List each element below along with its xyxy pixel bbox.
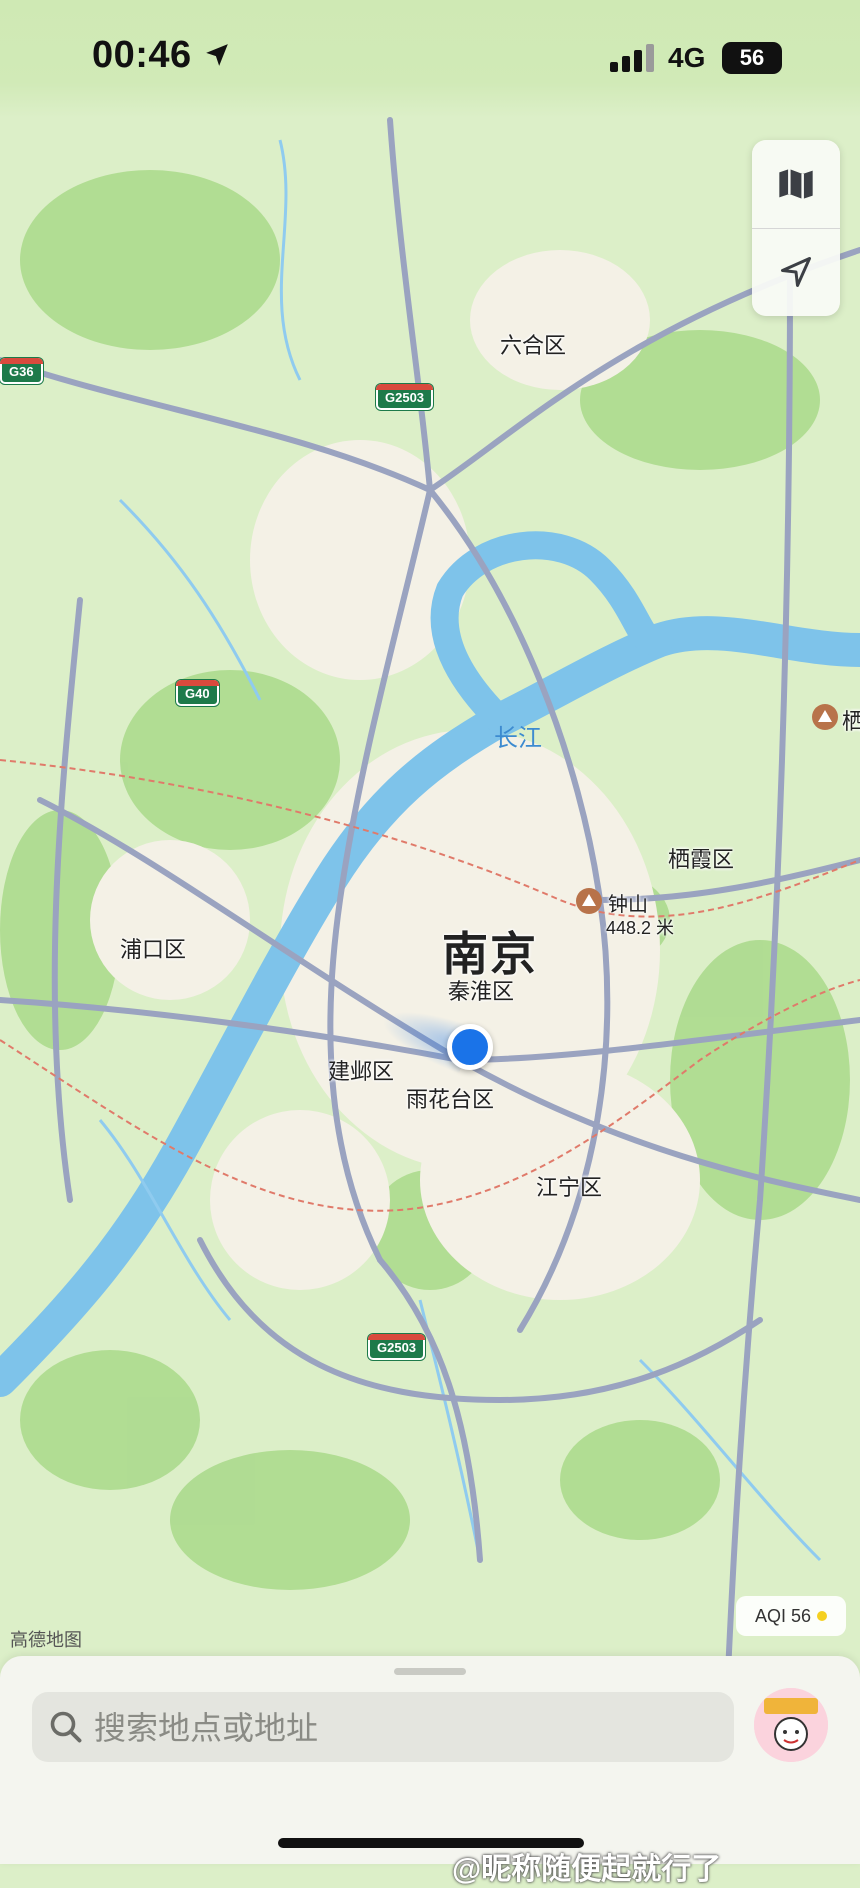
district-label-qinhuai: 秦淮区 [448,979,515,1004]
highway-shield-g2503-north: G2503 [376,384,434,410]
search-icon [50,1711,82,1743]
peak-elevation: 448.2 米 [606,918,675,938]
peak-edge-label: 栖 [842,709,860,734]
map-mode-button[interactable] [752,140,840,228]
cellular-signal-icon [610,44,654,72]
watermark: @昵称随便起就行了 [452,1853,722,1886]
network-type: 4G [668,42,706,73]
map-controls [752,140,840,316]
district-label-liuhe: 六合区 [500,333,567,358]
district-label-yuhuatai: 雨花台区 [406,1087,495,1112]
locate-me-button[interactable] [752,228,840,316]
battery-icon: 56 [722,42,782,74]
sheet-grabber[interactable] [394,1668,466,1675]
current-location-dot[interactable] [447,1024,493,1070]
avatar[interactable] [754,1688,828,1762]
district-label-qixia: 栖霞区 [668,847,735,872]
avatar-image-icon [754,1688,828,1762]
search-input[interactable] [92,1692,716,1764]
home-indicator[interactable] [278,1838,584,1848]
aqi-indicator-icon [817,1611,828,1621]
status-bar: 00:46 4G 56 [0,0,860,118]
bottom-sheet [0,1656,860,1864]
district-label-pukou: 浦口区 [120,937,187,962]
district-label-jiangning: 江宁区 [536,1175,603,1200]
search-bar[interactable] [32,1692,734,1764]
status-time: 00:46 [92,34,192,76]
mountain-icon[interactable] [576,888,602,914]
location-services-icon [206,44,228,66]
aqi-text: AQI 56 [754,1605,812,1626]
district-label-jianye: 建邺区 [328,1059,395,1084]
mountain-icon[interactable] [812,704,838,730]
location-arrow-icon [781,257,811,287]
river-label: 长江 [494,725,542,752]
peak-name: 钟山 [608,894,648,916]
highway-shield-g2503-south: G2503 [368,1334,426,1360]
aqi-badge[interactable]: AQI 56 [736,1596,846,1636]
highway-shield-g36: G36 [0,358,43,384]
map-attribution: 高德地图 [10,1630,82,1650]
highway-shield-g40: G40 [176,680,219,706]
battery-level: 56 [739,45,765,70]
map-icon [779,169,813,199]
